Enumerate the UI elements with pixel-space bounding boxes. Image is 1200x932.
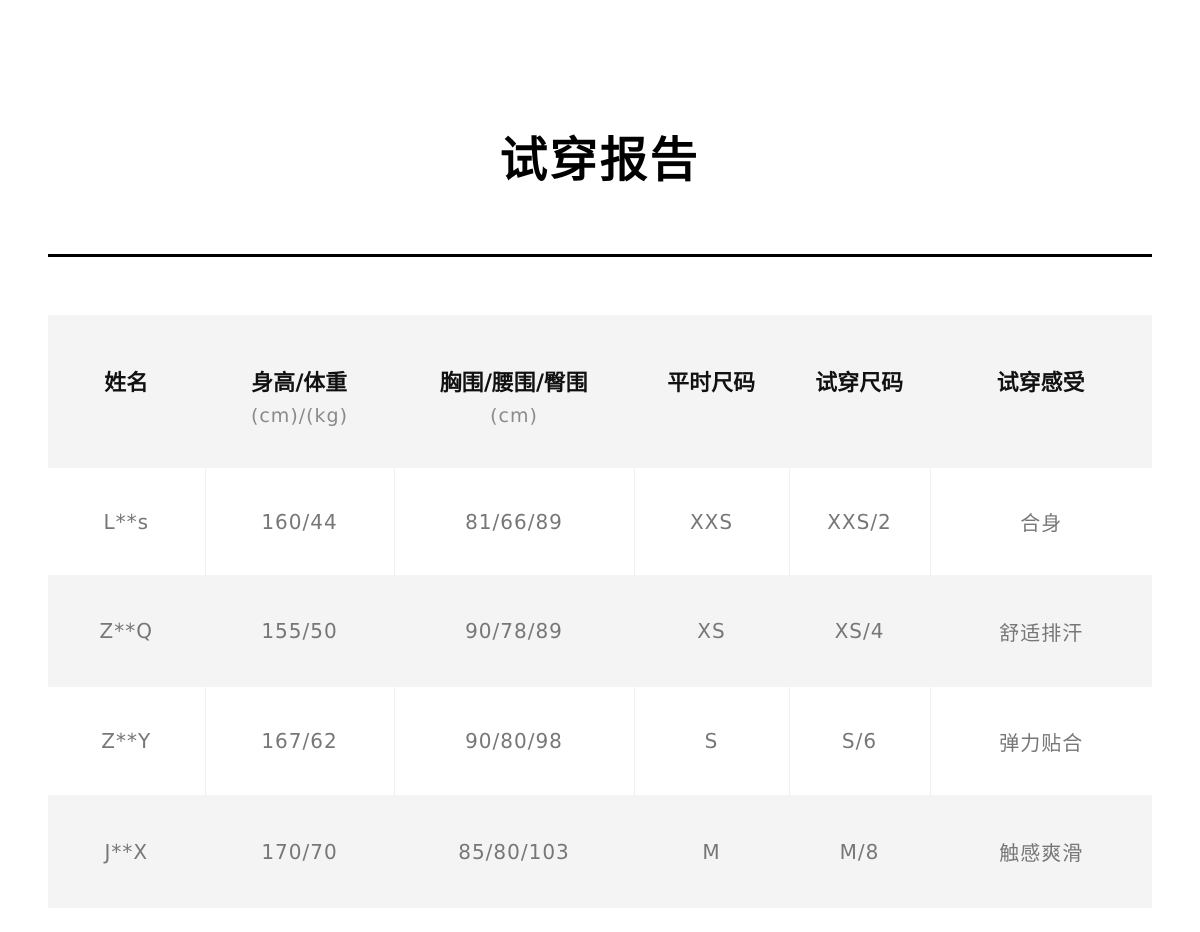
header-height-weight-label: 身高/体重 (251, 371, 348, 396)
header-height-weight-unit: (cm)/(kg) (250, 405, 349, 427)
cell-measurements: 85/80/103 (394, 795, 635, 908)
cell-height-weight: 170/70 (205, 795, 395, 908)
cell-feeling: 触感爽滑 (930, 795, 1152, 908)
cell-tried-size: S/6 (789, 687, 931, 795)
cell-usual-size: M (634, 795, 790, 908)
header-usual-size-label: 平时尺码 (667, 371, 756, 396)
header-feeling: 试穿感受 (930, 315, 1152, 468)
cell-tried-size: XXS/2 (789, 468, 931, 575)
cell-feeling: 舒适排汗 (930, 575, 1152, 687)
cell-feeling: 合身 (930, 468, 1152, 575)
cell-feeling: 弹力贴合 (930, 687, 1152, 795)
header-measurements-unit: (cm) (490, 405, 538, 427)
header-feeling-label: 试穿感受 (996, 371, 1085, 396)
table-row: J**X 170/70 85/80/103 M M/8 触感爽滑 (48, 795, 1152, 908)
cell-measurements: 81/66/89 (394, 468, 635, 575)
header-tried-size: 试穿尺码 (789, 315, 930, 468)
cell-usual-size: XXS (634, 468, 790, 575)
table-header: 姓名 身高/体重 (cm)/(kg) 胸围/腰围/臀围 (cm) 平时尺码 试穿… (48, 315, 1152, 468)
header-name-label: 姓名 (104, 371, 149, 396)
table-row: Z**Q 155/50 90/78/89 XS XS/4 舒适排汗 (48, 575, 1152, 687)
cell-name: J**X (48, 795, 206, 908)
cell-measurements: 90/78/89 (394, 575, 635, 687)
cell-height-weight: 160/44 (205, 468, 395, 575)
table-row: L**s 160/44 81/66/89 XXS XXS/2 合身 (48, 468, 1152, 575)
fit-report-table: 姓名 身高/体重 (cm)/(kg) 胸围/腰围/臀围 (cm) 平时尺码 试穿… (48, 315, 1152, 908)
header-usual-size: 平时尺码 (634, 315, 789, 468)
table-row: Z**Y 167/62 90/80/98 S S/6 弹力贴合 (48, 687, 1152, 795)
page-title: 试穿报告 (499, 132, 700, 188)
cell-name: L**s (48, 468, 206, 575)
header-tried-size-label: 试穿尺码 (815, 371, 904, 396)
title-divider (48, 254, 1152, 257)
header-name: 姓名 (48, 315, 205, 468)
cell-measurements: 90/80/98 (394, 687, 635, 795)
header-height-weight: 身高/体重 (cm)/(kg) (205, 315, 394, 468)
cell-name: Z**Y (48, 687, 206, 795)
cell-tried-size: XS/4 (789, 575, 931, 687)
cell-height-weight: 155/50 (205, 575, 395, 687)
cell-usual-size: S (634, 687, 790, 795)
cell-usual-size: XS (634, 575, 790, 687)
cell-name: Z**Q (48, 575, 206, 687)
header-row: 姓名 身高/体重 (cm)/(kg) 胸围/腰围/臀围 (cm) 平时尺码 试穿… (48, 315, 1152, 468)
cell-height-weight: 167/62 (205, 687, 395, 795)
header-measurements-label: 胸围/腰围/臀围 (439, 371, 589, 396)
header-measurements: 胸围/腰围/臀围 (cm) (394, 315, 634, 468)
cell-tried-size: M/8 (789, 795, 931, 908)
table-body: L**s 160/44 81/66/89 XXS XXS/2 合身 Z**Q 1… (48, 468, 1152, 908)
